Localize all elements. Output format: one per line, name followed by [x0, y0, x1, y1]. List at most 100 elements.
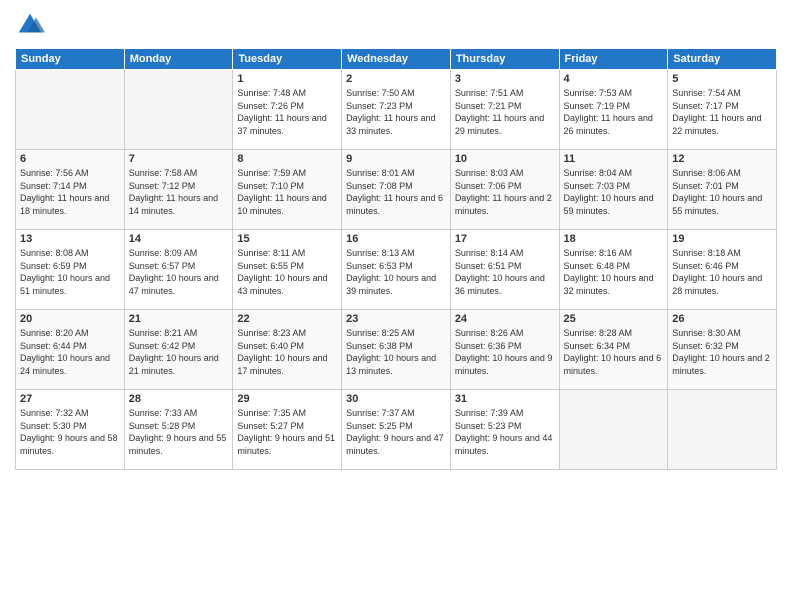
calendar: SundayMondayTuesdayWednesdayThursdayFrid… [15, 48, 777, 470]
day-number: 13 [20, 233, 120, 245]
calendar-cell: 15 Sunrise: 8:11 AMSunset: 6:55 PMDayligh… [233, 230, 342, 310]
day-number: 16 [346, 233, 446, 245]
day-info: Sunrise: 8:30 AMSunset: 6:32 PMDaylight:… [672, 327, 772, 377]
day-info: Sunrise: 8:01 AMSunset: 7:08 PMDaylight:… [346, 167, 446, 217]
day-info: Sunrise: 8:08 AMSunset: 6:59 PMDaylight:… [20, 247, 120, 297]
week-row-4: 20 Sunrise: 8:20 AMSunset: 6:44 PMDayligh… [16, 310, 777, 390]
day-number: 7 [129, 153, 229, 165]
calendar-cell: 27 Sunrise: 7:32 AMSunset: 5:30 PMDayligh… [16, 390, 125, 470]
day-number: 6 [20, 153, 120, 165]
calendar-cell: 14Sunrise: 8:09 AMSunset: 6:57 PMDayligh… [124, 230, 233, 310]
page: SundayMondayTuesdayWednesdayThursdayFrid… [0, 0, 792, 612]
day-info: Sunrise: 8:25 AMSunset: 6:38 PMDaylight:… [346, 327, 446, 377]
day-info: Sunrise: 7:32 AMSunset: 5:30 PMDaylight:… [20, 407, 120, 457]
day-info: Sunrise: 8:18 AMSunset: 6:46 PMDaylight:… [672, 247, 772, 297]
day-number: 20 [20, 313, 120, 325]
day-info: Sunrise: 8:14 AMSunset: 6:51 PMDaylight:… [455, 247, 555, 297]
calendar-cell: 7 Sunrise: 7:58 AMSunset: 7:12 PMDaylight… [124, 150, 233, 230]
day-number: 28 [129, 393, 229, 405]
day-number: 30 [346, 393, 446, 405]
day-info: Sunrise: 8:23 AMSunset: 6:40 PMDaylight:… [237, 327, 337, 377]
calendar-cell: 25 Sunrise: 8:28 AMSunset: 6:34 PMDayligh… [559, 310, 668, 390]
day-info: Sunrise: 8:28 AMSunset: 6:34 PMDaylight:… [564, 327, 664, 377]
day-number: 8 [237, 153, 337, 165]
day-info: Sunrise: 7:51 AMSunset: 7:21 PMDaylight:… [455, 87, 555, 137]
day-header-wednesday: Wednesday [342, 49, 451, 70]
day-number: 22 [237, 313, 337, 325]
day-number: 5 [672, 73, 772, 85]
calendar-cell: 12Sunrise: 8:06 AMSunset: 7:01 PMDayligh… [668, 150, 777, 230]
calendar-cell: 24Sunrise: 8:26 AMSunset: 6:36 PMDayligh… [450, 310, 559, 390]
day-header-tuesday: Tuesday [233, 49, 342, 70]
week-row-2: 6 Sunrise: 7:56 AMSunset: 7:14 PMDaylight… [16, 150, 777, 230]
calendar-cell: 3 Sunrise: 7:51 AMSunset: 7:21 PMDaylight… [450, 70, 559, 150]
logo-icon [15, 10, 45, 40]
calendar-cell: 16 Sunrise: 8:13 AMSunset: 6:53 PMDayligh… [342, 230, 451, 310]
day-info: Sunrise: 8:21 AMSunset: 6:42 PMDaylight:… [129, 327, 229, 377]
calendar-cell [124, 70, 233, 150]
day-info: Sunrise: 8:03 AMSunset: 7:06 PMDaylight:… [455, 167, 555, 217]
day-info: Sunrise: 7:48 AMSunset: 7:26 PMDaylight:… [237, 87, 337, 137]
calendar-cell: 29 Sunrise: 7:35 AMSunset: 5:27 PMDayligh… [233, 390, 342, 470]
day-number: 15 [237, 233, 337, 245]
day-number: 27 [20, 393, 120, 405]
calendar-cell: 26 Sunrise: 8:30 AMSunset: 6:32 PMDayligh… [668, 310, 777, 390]
day-number: 11 [564, 153, 664, 165]
day-number: 18 [564, 233, 664, 245]
calendar-cell: 8 Sunrise: 7:59 AMSunset: 7:10 PMDaylight… [233, 150, 342, 230]
calendar-cell: 13 Sunrise: 8:08 AMSunset: 6:59 PMDayligh… [16, 230, 125, 310]
calendar-cell [668, 390, 777, 470]
day-info: Sunrise: 8:09 AMSunset: 6:57 PMDaylight:… [129, 247, 229, 297]
day-number: 26 [672, 313, 772, 325]
day-info: Sunrise: 8:11 AMSunset: 6:55 PMDaylight:… [237, 247, 337, 297]
calendar-cell: 10 Sunrise: 8:03 AMSunset: 7:06 PMDayligh… [450, 150, 559, 230]
day-number: 3 [455, 73, 555, 85]
calendar-cell: 4Sunrise: 7:53 AMSunset: 7:19 PMDaylight… [559, 70, 668, 150]
day-header-saturday: Saturday [668, 49, 777, 70]
calendar-cell: 9 Sunrise: 8:01 AMSunset: 7:08 PMDaylight… [342, 150, 451, 230]
day-info: Sunrise: 7:54 AMSunset: 7:17 PMDaylight:… [672, 87, 772, 137]
day-info: Sunrise: 7:50 AMSunset: 7:23 PMDaylight:… [346, 87, 446, 137]
week-row-3: 13 Sunrise: 8:08 AMSunset: 6:59 PMDayligh… [16, 230, 777, 310]
calendar-cell: 30Sunrise: 7:37 AMSunset: 5:25 PMDayligh… [342, 390, 451, 470]
calendar-cell: 28Sunrise: 7:33 AMSunset: 5:28 PMDayligh… [124, 390, 233, 470]
header [15, 10, 777, 40]
day-info: Sunrise: 8:26 AMSunset: 6:36 PMDaylight:… [455, 327, 555, 377]
calendar-cell: 1 Sunrise: 7:48 AMSunset: 7:26 PMDaylight… [233, 70, 342, 150]
calendar-cell: 2 Sunrise: 7:50 AMSunset: 7:23 PMDaylight… [342, 70, 451, 150]
calendar-cell: 17Sunrise: 8:14 AMSunset: 6:51 PMDayligh… [450, 230, 559, 310]
day-number: 25 [564, 313, 664, 325]
day-info: Sunrise: 7:58 AMSunset: 7:12 PMDaylight:… [129, 167, 229, 217]
calendar-cell: 23Sunrise: 8:25 AMSunset: 6:38 PMDayligh… [342, 310, 451, 390]
day-number: 10 [455, 153, 555, 165]
day-info: Sunrise: 8:04 AMSunset: 7:03 PMDaylight:… [564, 167, 664, 217]
calendar-cell: 18 Sunrise: 8:16 AMSunset: 6:48 PMDayligh… [559, 230, 668, 310]
calendar-cell [16, 70, 125, 150]
calendar-cell: 6 Sunrise: 7:56 AMSunset: 7:14 PMDaylight… [16, 150, 125, 230]
day-info: Sunrise: 8:13 AMSunset: 6:53 PMDaylight:… [346, 247, 446, 297]
day-number: 2 [346, 73, 446, 85]
logo [15, 10, 49, 40]
day-info: Sunrise: 8:06 AMSunset: 7:01 PMDaylight:… [672, 167, 772, 217]
day-info: Sunrise: 8:16 AMSunset: 6:48 PMDaylight:… [564, 247, 664, 297]
calendar-cell: 19 Sunrise: 8:18 AMSunset: 6:46 PMDayligh… [668, 230, 777, 310]
day-info: Sunrise: 7:59 AMSunset: 7:10 PMDaylight:… [237, 167, 337, 217]
day-header-monday: Monday [124, 49, 233, 70]
day-header-thursday: Thursday [450, 49, 559, 70]
day-number: 9 [346, 153, 446, 165]
calendar-cell: 31 Sunrise: 7:39 AMSunset: 5:23 PMDayligh… [450, 390, 559, 470]
day-number: 1 [237, 73, 337, 85]
day-number: 21 [129, 313, 229, 325]
day-number: 31 [455, 393, 555, 405]
day-number: 29 [237, 393, 337, 405]
day-info: Sunrise: 7:39 AMSunset: 5:23 PMDaylight:… [455, 407, 555, 457]
day-number: 19 [672, 233, 772, 245]
day-info: Sunrise: 7:35 AMSunset: 5:27 PMDaylight:… [237, 407, 337, 457]
calendar-cell [559, 390, 668, 470]
calendar-cell: 20 Sunrise: 8:20 AMSunset: 6:44 PMDayligh… [16, 310, 125, 390]
day-header-sunday: Sunday [16, 49, 125, 70]
day-info: Sunrise: 7:56 AMSunset: 7:14 PMDaylight:… [20, 167, 120, 217]
day-info: Sunrise: 8:20 AMSunset: 6:44 PMDaylight:… [20, 327, 120, 377]
calendar-cell: 21 Sunrise: 8:21 AMSunset: 6:42 PMDayligh… [124, 310, 233, 390]
calendar-cell: 22 Sunrise: 8:23 AMSunset: 6:40 PMDayligh… [233, 310, 342, 390]
